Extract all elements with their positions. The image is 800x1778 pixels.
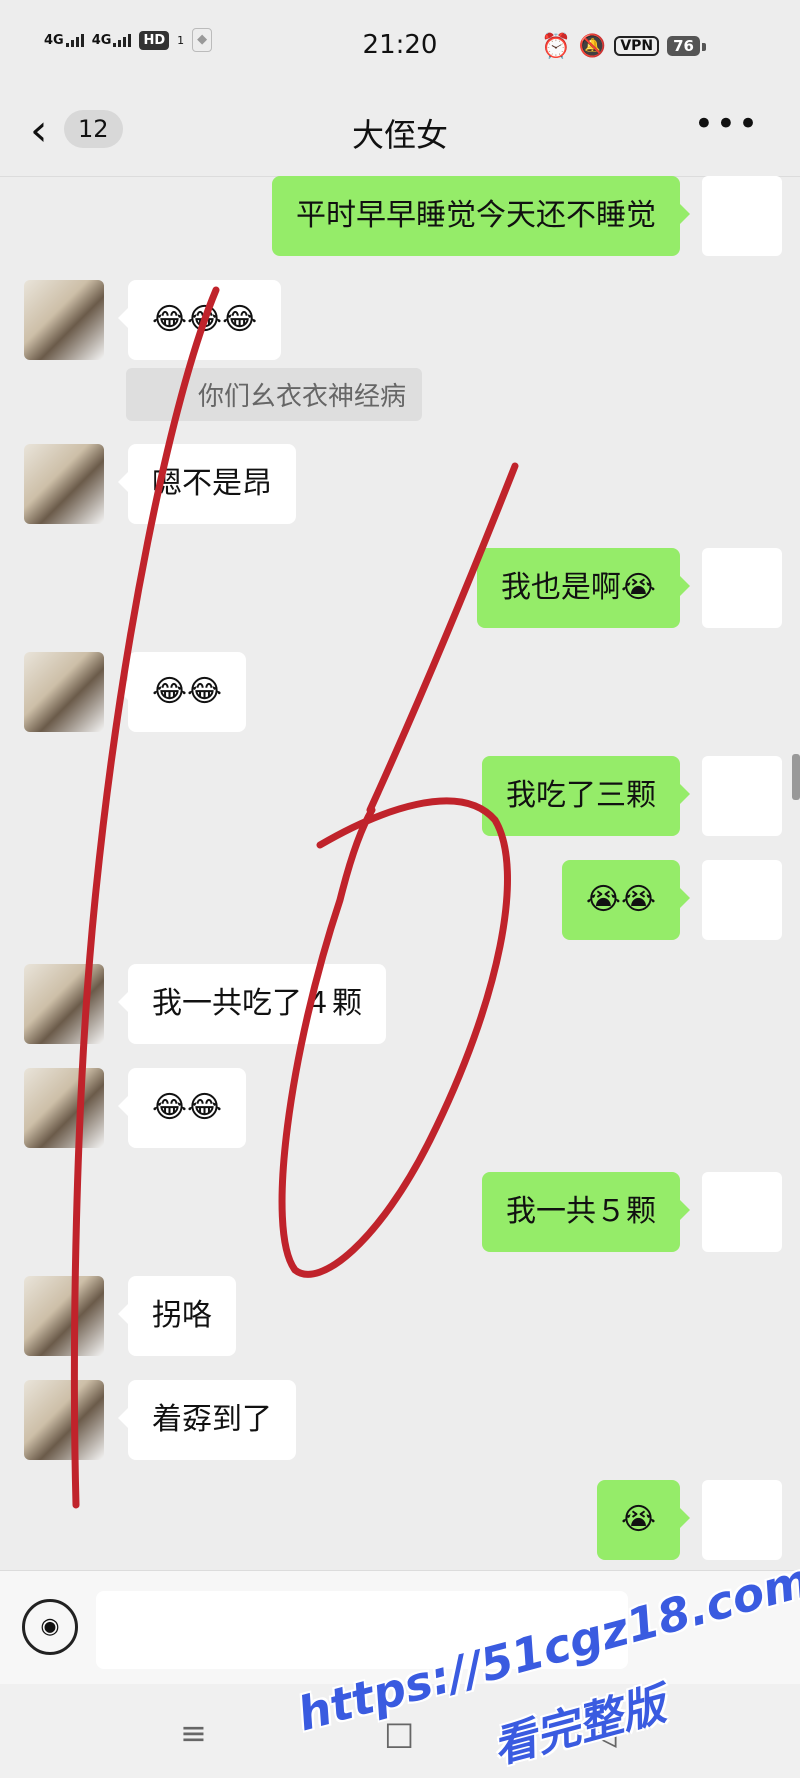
avatar[interactable] [702,1172,782,1252]
message-bubble[interactable]: 平时早早睡觉今天还不睡觉 [272,176,690,256]
alarm-icon: ⏰ [541,32,571,60]
message-bubble[interactable]: 😂😂😂 [117,280,282,360]
battery-icon: 76 [667,36,706,56]
voice-button[interactable]: ◉ [22,1599,78,1655]
avatar[interactable] [24,964,104,1044]
message-bubble[interactable]: 我一共吃了４颗 [118,964,386,1044]
message-row: 😂😂 [24,652,247,732]
message-row: 嗯不是昂 [24,444,296,524]
message-bubble[interactable]: 😭 [596,1480,691,1560]
avatar[interactable] [702,548,782,628]
message-bubble[interactable]: 😭😭 [561,860,691,940]
scrollbar-thumb[interactable] [792,754,800,800]
avatar[interactable] [702,860,782,940]
message-bubble[interactable]: 我一共５颗 [482,1172,690,1252]
avatar[interactable] [702,176,782,256]
message-row: 我一共吃了４颗 [24,964,386,1044]
message-row: 😭 [596,1480,782,1560]
avatar[interactable] [24,1068,104,1148]
message-row: 拐咯 [24,1276,236,1356]
ellipsis-icon: ••• [693,104,760,144]
voice-icon: ◉ [40,1614,60,1639]
message-row: 😂😂😂 [24,280,282,360]
message-bubble[interactable]: 😂😂 [117,652,247,732]
message-bubble[interactable]: 😂😂 [117,1068,247,1148]
message-row: 我吃了三颗 [482,756,782,836]
message-row: 我也是啊😭 [476,548,782,628]
avatar[interactable] [24,444,104,524]
more-options-button[interactable]: ••• [694,104,760,144]
home-icon[interactable]: □ [384,1714,414,1752]
message-row: 😭😭 [561,860,782,940]
chat-header: ‹ 12 大侄女 ••• [0,90,800,177]
avatar[interactable] [24,1276,104,1356]
avatar[interactable] [24,280,104,360]
chat-title: 大侄女 [351,116,448,154]
message-bubble[interactable]: 我也是啊😭 [476,548,691,628]
message-bubble[interactable]: 我吃了三颗 [482,756,690,836]
message-row: 着孬到了 [24,1380,296,1460]
message-bubble[interactable]: 嗯不是昂 [118,444,296,524]
menu-icon[interactable]: ≡ [180,1714,207,1752]
vpn-badge: VPN [614,36,660,56]
message-bubble[interactable]: 着孬到了 [118,1380,296,1460]
avatar[interactable] [24,652,104,732]
message-row: 😂😂 [24,1068,247,1148]
status-right: ⏰ 🔕 VPN 76 [541,32,706,60]
avatar[interactable] [24,1380,104,1460]
message-row: 我一共５颗 [482,1172,782,1252]
mute-bell-icon: 🔕 [578,33,607,59]
message-list[interactable]: 平时早早睡觉今天还不睡觉 😂😂😂 你们幺衣衣神经病 嗯不是昂 我也是啊😭 😂😂 … [0,176,800,1566]
quoted-reply[interactable]: 你们幺衣衣神经病 [126,368,423,421]
message-bubble[interactable]: 拐咯 [118,1276,236,1356]
avatar[interactable] [702,1480,782,1560]
avatar[interactable] [702,756,782,836]
status-bar: 4G 4G HD 1 ◆ 21:20 ⏰ 🔕 VPN 76 [0,0,800,90]
message-row: 平时早早睡觉今天还不睡觉 [272,176,782,256]
